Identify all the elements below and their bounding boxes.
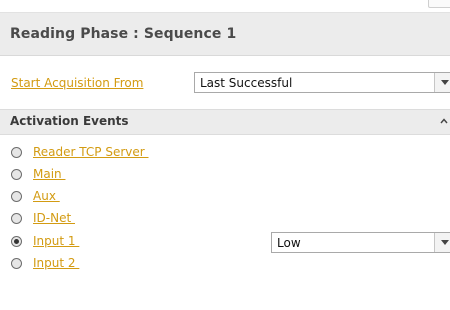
event-link-input-2[interactable]: Input 2 <box>33 256 79 270</box>
event-link-input-1[interactable]: Input 1 <box>33 234 79 248</box>
start-acquisition-value: Last Successful <box>200 76 293 90</box>
radio-aux[interactable] <box>11 191 22 202</box>
event-row-reader-tcp-server: Reader TCP Server <box>0 144 450 164</box>
start-acquisition-link[interactable]: Start Acquisition From <box>11 76 143 90</box>
chevron-down-icon <box>441 80 449 85</box>
section-title: Activation Events <box>10 114 129 128</box>
panel-corner-tab <box>428 0 450 8</box>
event-link-aux[interactable]: Aux <box>33 189 60 203</box>
dropdown-button[interactable] <box>434 233 450 252</box>
radio-reader-tcp-server[interactable] <box>11 147 22 158</box>
event-row-id-net: ID-Net <box>0 210 450 230</box>
chevron-up-icon[interactable] <box>439 116 449 126</box>
start-acquisition-select[interactable]: Last Successful <box>194 72 450 93</box>
radio-input-1[interactable] <box>11 236 22 247</box>
chevron-down-icon <box>441 240 449 245</box>
event-link-main[interactable]: Main <box>33 167 65 181</box>
radio-id-net[interactable] <box>11 213 22 224</box>
panel-header: Reading Phase : Sequence 1 <box>0 12 450 56</box>
event-row-aux: Aux <box>0 188 450 208</box>
event-row-main: Main <box>0 166 450 186</box>
event-link-reader-tcp-server[interactable]: Reader TCP Server <box>33 145 149 159</box>
start-acquisition-row: Start Acquisition From Last Successful <box>0 65 450 101</box>
radio-main[interactable] <box>11 169 22 180</box>
radio-input-2[interactable] <box>11 258 22 269</box>
event-link-id-net[interactable]: ID-Net <box>33 211 75 225</box>
input-1-level-select[interactable]: Low <box>271 232 450 253</box>
dropdown-button[interactable] <box>434 73 450 92</box>
input-1-level-value: Low <box>277 236 301 250</box>
activation-events-header[interactable]: Activation Events <box>0 109 450 135</box>
event-row-input-1: Input 1 Low <box>0 232 450 253</box>
page-title: Reading Phase : Sequence 1 <box>10 26 237 42</box>
event-row-input-2: Input 2 <box>0 255 450 275</box>
